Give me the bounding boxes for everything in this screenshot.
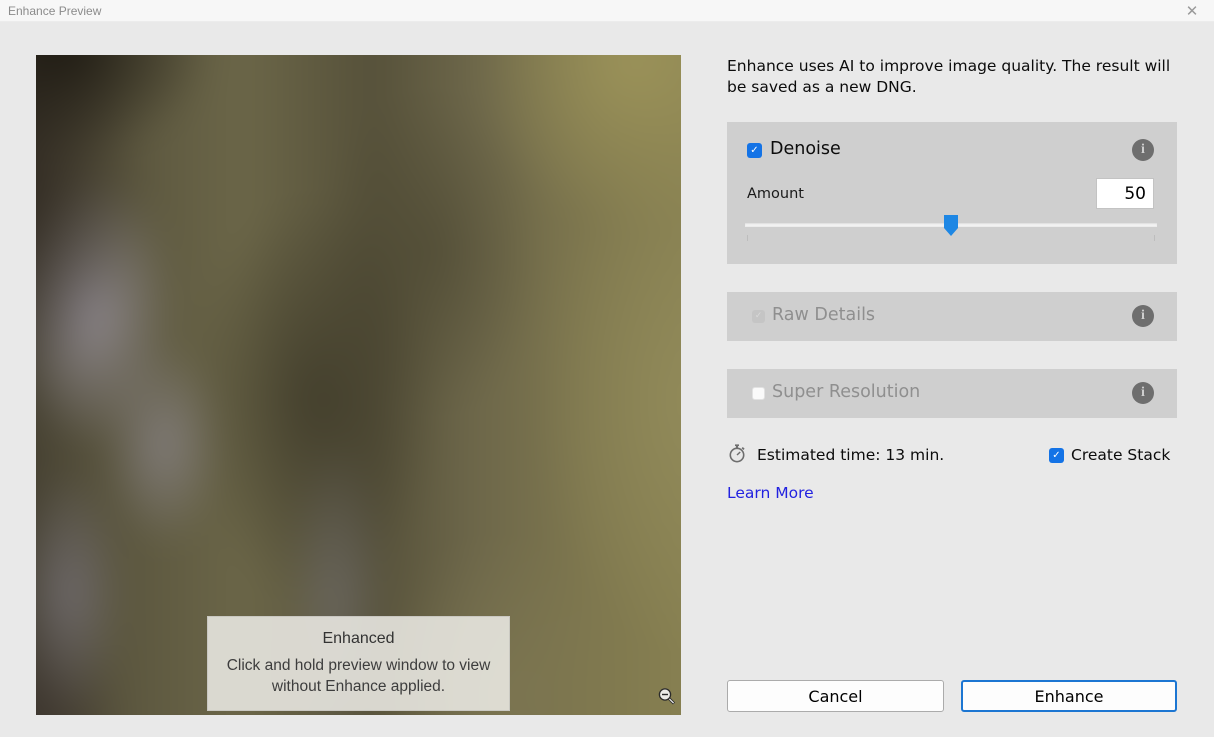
overlay-title: Enhanced [208,630,509,648]
window-title: Enhance Preview [8,4,101,18]
create-stack-label[interactable]: Create Stack [1071,446,1170,464]
cancel-button[interactable]: Cancel [727,680,944,712]
raw-details-info-icon[interactable]: i [1132,305,1154,327]
preview-overlay: Enhanced Click and hold preview window t… [207,616,510,711]
super-resolution-section: Super Resolution i [727,369,1177,418]
overlay-instruction-line1: Click and hold preview window to view [208,657,509,675]
close-icon[interactable]: ✕ [1180,1,1204,21]
slider-thumb[interactable] [944,215,958,236]
super-resolution-label: Super Resolution [772,382,920,402]
estimated-time-text: Estimated time: 13 min. [757,446,944,464]
super-resolution-checkbox[interactable] [752,387,765,400]
zoom-out-magnifier-icon [656,686,678,708]
overlay-instruction-line2: without Enhance applied. [208,678,509,696]
create-stack-checkbox[interactable]: ✓ [1049,448,1064,463]
raw-details-checkbox[interactable]: ✓ [752,310,765,323]
stopwatch-icon [727,443,748,464]
denoise-checkbox[interactable]: ✓ [747,143,762,158]
dialog-description: Enhance uses AI to improve image quality… [727,56,1179,98]
denoise-section: ✓ Denoise i Amount [727,122,1177,264]
raw-details-label: Raw Details [772,305,875,325]
amount-slider[interactable] [745,214,1157,240]
slider-tick-min [747,235,748,241]
amount-label: Amount [747,186,804,202]
denoise-info-icon[interactable]: i [1132,139,1154,161]
denoise-label[interactable]: Denoise [770,139,841,159]
enhance-button[interactable]: Enhance [961,680,1177,712]
titlebar: Enhance Preview ✕ [0,0,1214,22]
slider-tick-max [1154,235,1155,241]
raw-details-section: ✓ Raw Details i [727,292,1177,341]
amount-input[interactable] [1096,178,1154,209]
preview-image[interactable]: Enhanced Click and hold preview window t… [36,55,681,715]
enhance-preview-dialog: Enhance Preview ✕ Enhanced Click and hol… [0,0,1214,737]
super-resolution-info-icon[interactable]: i [1132,382,1154,404]
learn-more-link[interactable]: Learn More [727,484,814,502]
